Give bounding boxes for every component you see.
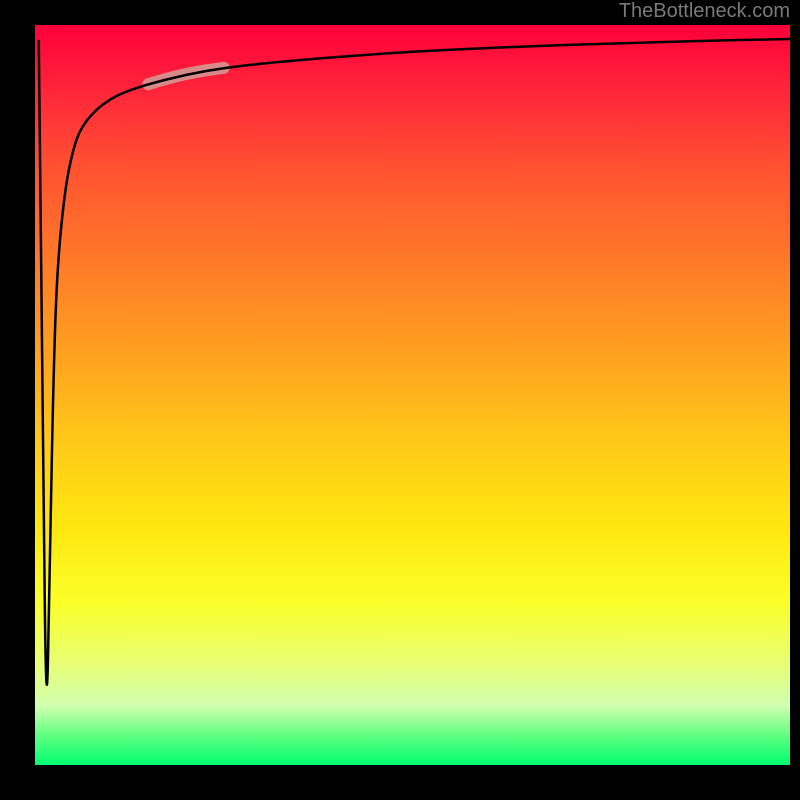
plot-background-gradient [35,25,790,765]
watermark-label: TheBottleneck.com [619,0,790,23]
chart-container: TheBottleneck.com [0,0,800,800]
